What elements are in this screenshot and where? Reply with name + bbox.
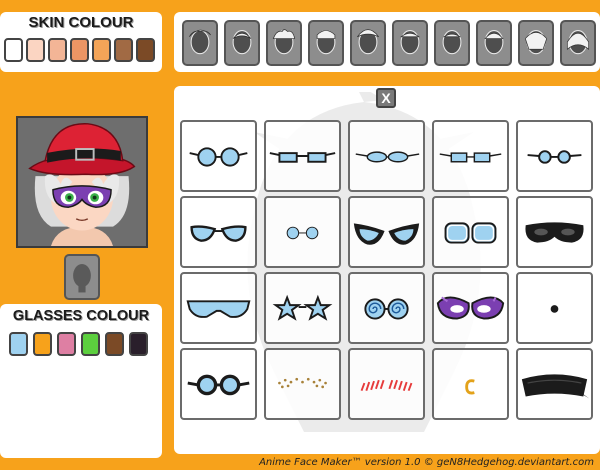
glasses-option-blush-lines[interactable] xyxy=(348,348,425,420)
glasses-option-goggles[interactable] xyxy=(180,348,257,420)
cat-eye-glasses-icon xyxy=(190,225,247,242)
glasses-option-star-glasses[interactable] xyxy=(264,272,341,344)
purple-masquerade-mask-icon xyxy=(436,296,505,320)
glasses-option-spiral-glasses[interactable] xyxy=(348,272,425,344)
hair-style-6[interactable] xyxy=(392,20,428,66)
hair-style-10[interactable] xyxy=(560,20,596,66)
square-frame-glasses-icon xyxy=(444,222,497,244)
star-glasses-icon xyxy=(272,294,333,321)
hair-style-strip xyxy=(174,12,600,72)
head-silhouette-icon xyxy=(272,29,296,55)
glasses-option-small-oval-glasses[interactable] xyxy=(348,120,425,192)
character-preview xyxy=(16,116,148,248)
glasses-option-cat-eye-glasses[interactable] xyxy=(180,196,257,268)
hair-style-4[interactable] xyxy=(308,20,344,66)
glasses-option-square-frame-glasses[interactable] xyxy=(432,196,509,268)
glasses-swatch-1[interactable] xyxy=(9,332,28,356)
glasses-option-freckles[interactable] xyxy=(264,348,341,420)
black-eye-mask-icon xyxy=(525,222,584,243)
dot-eyes-icon xyxy=(550,305,559,313)
head-silhouette-icon xyxy=(357,29,379,55)
hair-style-7[interactable] xyxy=(434,20,470,66)
skin-swatch-1[interactable] xyxy=(4,38,23,62)
skin-swatch-7[interactable] xyxy=(136,38,155,62)
glasses-option-earring[interactable] xyxy=(432,348,509,420)
head-shape-button[interactable] xyxy=(64,254,100,300)
skin-swatch-row xyxy=(4,38,155,62)
head-silhouette-icon xyxy=(400,30,420,55)
glasses-swatch-2[interactable] xyxy=(33,332,52,356)
black-cat-eye-mask-icon xyxy=(353,223,420,245)
earring-icon xyxy=(465,379,475,395)
spiral-glasses-icon xyxy=(364,298,409,320)
glasses-grid-panel: X xyxy=(174,86,600,454)
close-button[interactable]: X xyxy=(376,88,396,108)
shield-sunglasses-icon xyxy=(186,300,251,318)
head-silhouette-icon xyxy=(442,30,462,55)
small-rectangle-glasses-icon xyxy=(439,152,502,163)
head-silhouette-icon xyxy=(189,29,211,55)
skin-swatch-5[interactable] xyxy=(92,38,111,62)
credit-footer: Anime Face Maker™ version 1.0 © geN8Hedg… xyxy=(259,457,594,468)
hair-style-3[interactable] xyxy=(266,20,302,66)
skin-swatch-6[interactable] xyxy=(114,38,133,62)
skin-colour-panel: SKIN COLOUR xyxy=(0,12,162,72)
blush-lines-icon xyxy=(360,379,413,392)
glasses-option-black-eye-mask[interactable] xyxy=(516,196,593,268)
hair-style-5[interactable] xyxy=(350,20,386,66)
head-silhouette-icon xyxy=(524,30,548,55)
glasses-swatch-row xyxy=(9,332,148,356)
glasses-option-small-rectangle-glasses[interactable] xyxy=(432,120,509,192)
skin-swatch-2[interactable] xyxy=(26,38,45,62)
glasses-option-black-cat-eye-mask[interactable] xyxy=(348,196,425,268)
freckles-icon xyxy=(278,377,327,389)
glasses-option-wire-round-glasses[interactable] xyxy=(264,196,341,268)
head-silhouette-icon xyxy=(566,30,590,55)
head-silhouette-icon xyxy=(232,30,252,55)
glasses-swatch-4[interactable] xyxy=(81,332,100,356)
skin-swatch-4[interactable] xyxy=(70,38,89,62)
hair-style-9[interactable] xyxy=(518,20,554,66)
head-silhouette-icon xyxy=(484,30,504,55)
rectangle-glasses-icon xyxy=(269,152,336,163)
round-small-glasses-icon xyxy=(527,150,582,164)
wire-round-glasses-icon xyxy=(286,226,319,240)
head-silhouette-icon xyxy=(73,263,91,293)
glasses-option-round-glasses[interactable] xyxy=(180,120,257,192)
character-face-image xyxy=(18,118,146,246)
glasses-colour-panel: GLASSES COLOUR xyxy=(0,304,162,458)
skin-colour-title: SKIN COLOUR xyxy=(28,14,134,31)
hair-style-2[interactable] xyxy=(224,20,260,66)
glasses-option-shield-sunglasses[interactable] xyxy=(180,272,257,344)
glasses-swatch-5[interactable] xyxy=(105,332,124,356)
glasses-swatch-3[interactable] xyxy=(57,332,76,356)
glasses-option-purple-masquerade-mask[interactable] xyxy=(432,272,509,344)
glasses-option-dot-eyes[interactable] xyxy=(516,272,593,344)
hair-style-8[interactable] xyxy=(476,20,512,66)
glasses-option-rectangle-glasses[interactable] xyxy=(264,120,341,192)
skin-swatch-3[interactable] xyxy=(48,38,67,62)
glasses-option-round-small-glasses[interactable] xyxy=(516,120,593,192)
bandana-icon xyxy=(521,374,590,399)
hair-style-1[interactable] xyxy=(182,20,218,66)
small-oval-glasses-icon xyxy=(355,151,420,163)
glasses-colour-title: GLASSES COLOUR xyxy=(12,308,150,324)
goggles-icon xyxy=(187,374,250,396)
round-glasses-icon xyxy=(189,147,248,167)
glasses-option-bandana[interactable] xyxy=(516,348,593,420)
head-silhouette-icon xyxy=(316,30,336,55)
glasses-swatch-6[interactable] xyxy=(129,332,148,356)
